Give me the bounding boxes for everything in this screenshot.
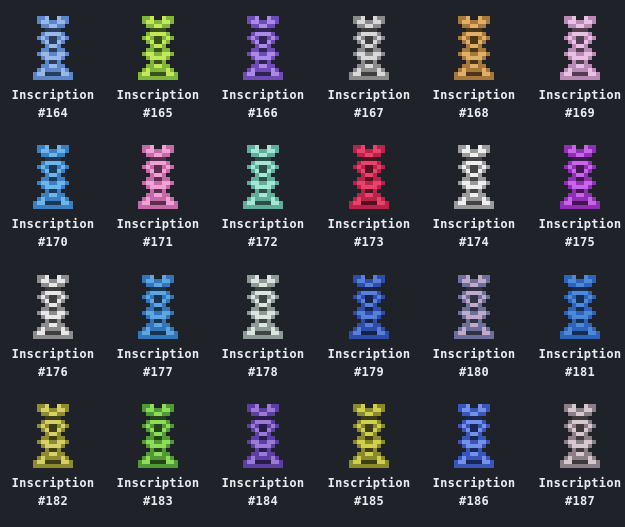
inscription-card[interactable]: Inscription #171 (108, 131, 208, 251)
inscription-label: Inscription (538, 217, 622, 231)
inscription-card[interactable]: Inscription #177 (108, 261, 208, 381)
inscription-number: #169 (564, 106, 596, 120)
inscription-number: #168 (458, 106, 490, 120)
inscription-number: #186 (458, 494, 490, 508)
inscription-label: Inscription (327, 217, 411, 231)
inscription-label: Inscription (327, 88, 411, 102)
totem-icon (243, 404, 283, 468)
totem-icon (138, 145, 178, 209)
totem-icon (243, 275, 283, 339)
inscription-number: #170 (37, 235, 69, 249)
inscription-label: Inscription (116, 476, 200, 490)
inscription-number: #175 (564, 235, 596, 249)
inscription-card[interactable]: Inscription #176 (3, 261, 103, 381)
inscription-grid: Inscription #164 Inscription #165 Inscriptio… (0, 0, 625, 527)
inscription-number: #171 (142, 235, 174, 249)
totem-icon (454, 275, 494, 339)
totem-icon (138, 404, 178, 468)
inscription-card[interactable]: Inscription #164 (3, 2, 103, 122)
totem-icon (560, 16, 600, 80)
totem-icon (454, 145, 494, 209)
inscription-number: #173 (353, 235, 385, 249)
totem-icon (560, 275, 600, 339)
inscription-number: #182 (37, 494, 69, 508)
inscription-card[interactable]: Inscription #180 (424, 261, 524, 381)
inscription-label: Inscription (11, 217, 95, 231)
inscription-label: Inscription (116, 217, 200, 231)
inscription-label: Inscription (327, 476, 411, 490)
inscription-card[interactable]: Inscription #186 (424, 390, 524, 510)
inscription-label: Inscription (432, 217, 516, 231)
inscription-card[interactable]: Inscription #173 (319, 131, 419, 251)
inscription-card[interactable]: Inscription #174 (424, 131, 524, 251)
inscription-card[interactable]: Inscription #185 (319, 390, 419, 510)
inscription-label: Inscription (327, 347, 411, 361)
inscription-label: Inscription (221, 347, 305, 361)
inscription-card[interactable]: Inscription #165 (108, 2, 208, 122)
inscription-card[interactable]: Inscription #168 (424, 2, 524, 122)
inscription-label: Inscription (11, 347, 95, 361)
totem-icon (454, 404, 494, 468)
totem-icon (243, 16, 283, 80)
inscription-number: #176 (37, 365, 69, 379)
inscription-number: #178 (247, 365, 279, 379)
inscription-number: #183 (142, 494, 174, 508)
inscription-number: #179 (353, 365, 385, 379)
inscription-label: Inscription (116, 347, 200, 361)
inscription-card[interactable]: Inscription #175 (530, 131, 625, 251)
inscription-number: #181 (564, 365, 596, 379)
inscription-card[interactable]: Inscription #183 (108, 390, 208, 510)
totem-icon (349, 16, 389, 80)
totem-icon (33, 275, 73, 339)
inscription-label: Inscription (538, 347, 622, 361)
totem-icon (454, 16, 494, 80)
inscription-card[interactable]: Inscription #179 (319, 261, 419, 381)
inscription-label: Inscription (432, 476, 516, 490)
inscription-card[interactable]: Inscription #187 (530, 390, 625, 510)
inscription-number: #184 (247, 494, 279, 508)
totem-icon (349, 404, 389, 468)
inscription-label: Inscription (538, 476, 622, 490)
totem-icon (560, 404, 600, 468)
inscription-card[interactable]: Inscription #169 (530, 2, 625, 122)
inscription-number: #174 (458, 235, 490, 249)
inscription-card[interactable]: Inscription #170 (3, 131, 103, 251)
totem-icon (349, 145, 389, 209)
inscription-card[interactable]: Inscription #172 (213, 131, 313, 251)
inscription-number: #167 (353, 106, 385, 120)
inscription-card[interactable]: Inscription #181 (530, 261, 625, 381)
inscription-card[interactable]: Inscription #178 (213, 261, 313, 381)
inscription-card[interactable]: Inscription #182 (3, 390, 103, 510)
inscription-number: #185 (353, 494, 385, 508)
inscription-label: Inscription (116, 88, 200, 102)
totem-icon (33, 145, 73, 209)
inscription-label: Inscription (11, 88, 95, 102)
inscription-number: #177 (142, 365, 174, 379)
inscription-number: #172 (247, 235, 279, 249)
inscription-number: #164 (37, 106, 69, 120)
totem-icon (138, 16, 178, 80)
totem-icon (349, 275, 389, 339)
inscription-number: #187 (564, 494, 596, 508)
totem-icon (33, 16, 73, 80)
inscription-label: Inscription (221, 217, 305, 231)
totem-icon (138, 275, 178, 339)
inscription-label: Inscription (432, 88, 516, 102)
inscription-number: #166 (247, 106, 279, 120)
totem-icon (560, 145, 600, 209)
inscription-label: Inscription (221, 88, 305, 102)
inscription-label: Inscription (432, 347, 516, 361)
inscription-number: #180 (458, 365, 490, 379)
inscription-card[interactable]: Inscription #167 (319, 2, 419, 122)
inscription-label: Inscription (11, 476, 95, 490)
inscription-card[interactable]: Inscription #166 (213, 2, 313, 122)
totem-icon (33, 404, 73, 468)
inscription-card[interactable]: Inscription #184 (213, 390, 313, 510)
inscription-label: Inscription (538, 88, 622, 102)
inscription-label: Inscription (221, 476, 305, 490)
inscription-number: #165 (142, 106, 174, 120)
totem-icon (243, 145, 283, 209)
